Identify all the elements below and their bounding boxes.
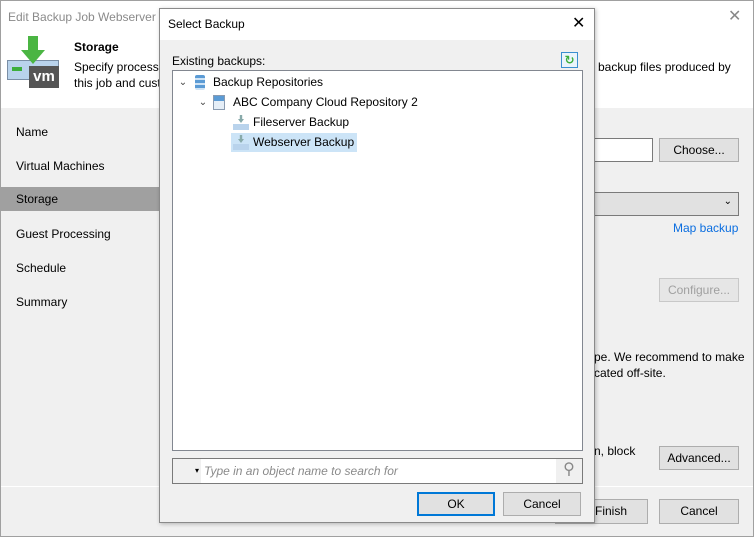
cloud-repository-icon — [213, 95, 225, 110]
header-desc-1: Specify processi — [74, 60, 162, 74]
nav-summary[interactable]: Summary — [1, 290, 159, 314]
backup-job-icon — [233, 135, 249, 150]
storage-vm-icon: vm — [7, 36, 60, 90]
chevron-down-icon[interactable]: ⌄ — [177, 73, 189, 92]
map-backup-link[interactable]: Map backup — [673, 221, 738, 235]
ok-button[interactable]: OK — [417, 492, 495, 516]
refresh-icon[interactable]: ↻ — [561, 52, 578, 68]
tree-item-cloud-repository[interactable]: ⌄ ABC Company Cloud Repository 2 — [197, 93, 418, 112]
search-box: ▾ Type in an object name to search for ⚲ — [172, 458, 583, 484]
nav-schedule[interactable]: Schedule — [1, 256, 159, 280]
dialog-cancel-button[interactable]: Cancel — [503, 492, 581, 516]
cancel-button[interactable]: Cancel — [659, 499, 739, 524]
nav-virtual-machines[interactable]: Virtual Machines — [1, 154, 159, 178]
backup-job-icon — [233, 115, 249, 130]
dialog-title: Select Backup — [168, 17, 245, 31]
search-input[interactable]: Type in an object name to search for — [204, 464, 398, 478]
dialog-close-icon[interactable]: ✕ — [572, 13, 585, 33]
header-desc-2: this job and cust — [74, 76, 161, 90]
window-close-icon[interactable]: ✕ — [728, 6, 741, 26]
nav-storage[interactable]: Storage — [1, 187, 159, 211]
chevron-down-icon: ⌄ — [723, 196, 732, 207]
window-title: Edit Backup Job Webserver B — [8, 10, 168, 24]
nav-name[interactable]: Name — [1, 120, 159, 144]
chevron-down-icon[interactable]: ⌄ — [197, 93, 209, 112]
configure-button[interactable]: Configure... — [659, 278, 739, 302]
backup-tree: ⌄ Backup Repositories ⌄ ABC Company Clou… — [172, 70, 583, 451]
advanced-button[interactable]: Advanced... — [659, 446, 739, 470]
recommend-text-1: pe. We recommend to make — [594, 350, 745, 364]
recommend-text-2: cated off-site. — [594, 366, 666, 380]
repository-icon — [195, 75, 205, 90]
search-icon[interactable]: ⚲ — [556, 459, 582, 483]
object-type-dropdown[interactable]: ▾ — [173, 459, 201, 483]
advanced-text: n, block — [594, 444, 636, 458]
choose-button[interactable]: Choose... — [659, 138, 739, 162]
header-title: Storage — [74, 40, 119, 54]
tree-item-fileserver-backup[interactable]: Fileserver Backup — [233, 113, 352, 132]
tree-item-webserver-backup[interactable]: Webserver Backup — [231, 133, 358, 152]
select-backup-dialog: Select Backup ✕ Existing backups: ↻ ⌄ Ba… — [159, 8, 595, 523]
header-desc-right: backup files produced by — [598, 60, 731, 74]
nav-guest-processing[interactable]: Guest Processing — [1, 222, 159, 246]
existing-backups-label: Existing backups: — [172, 54, 266, 68]
tree-item-backup-repositories[interactable]: ⌄ Backup Repositories — [177, 73, 323, 92]
